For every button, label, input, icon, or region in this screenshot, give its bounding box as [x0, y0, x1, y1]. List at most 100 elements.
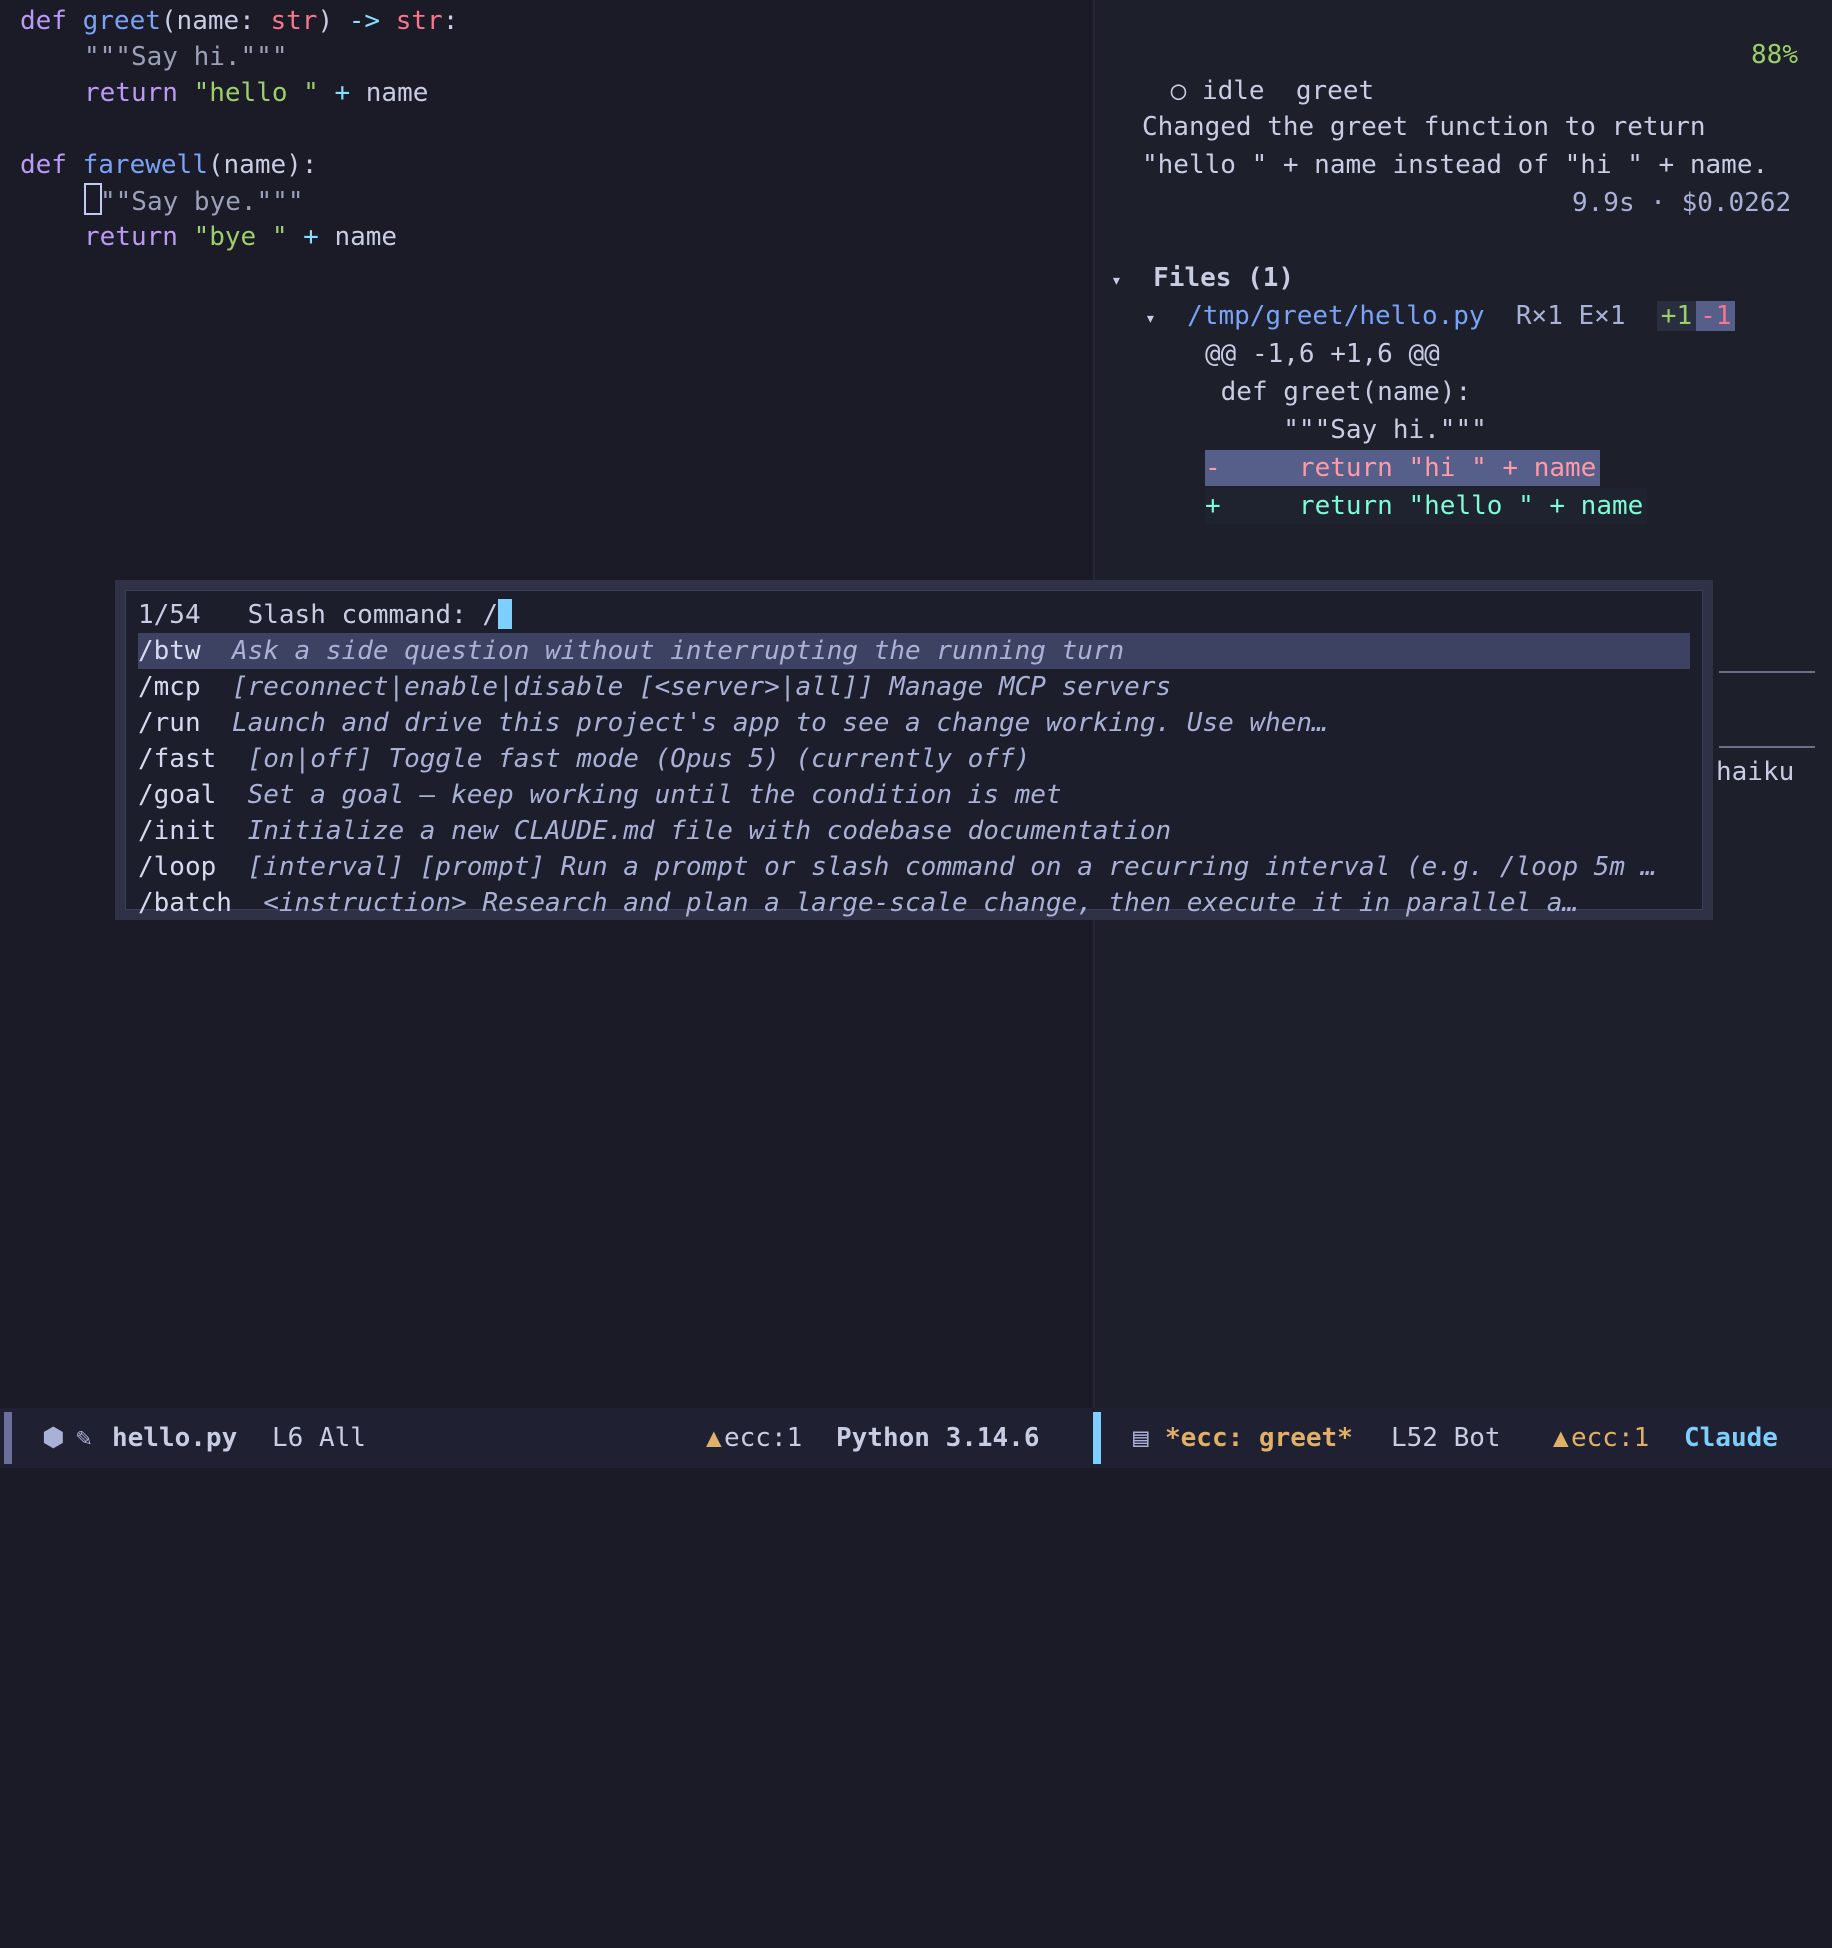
added-count-badge: +1 [1656, 301, 1697, 331]
operator: + [334, 78, 351, 108]
command-name: /btw [138, 636, 201, 666]
buffer-name[interactable]: *ecc: greet* [1165, 1408, 1353, 1468]
idle-status-icon: ○ [1170, 76, 1187, 106]
agent-message-line-2: "hello " + name instead of "hi " + name. [1142, 150, 1769, 180]
code-line-5[interactable]: def farewell(name): [20, 147, 317, 183]
command-item-goal[interactable]: /goal Set a goal — keep working until th… [138, 777, 1690, 813]
cursor-position: L6 All [272, 1423, 366, 1453]
operator: -> [348, 6, 381, 36]
command-description: Ask a side question without interrupting… [231, 636, 1125, 666]
status-accent-mark [1093, 1412, 1101, 1464]
keyword: return [84, 222, 178, 252]
function-name: greet [82, 6, 161, 36]
agent-header: ○ idle greet 88% [1108, 37, 1798, 106]
command-description: Launch and drive this project's app to s… [231, 708, 1328, 738]
command-item-loop[interactable]: /loop [interval] [prompt] Run a prompt o… [138, 849, 1690, 885]
diff-context-line: def greet(name): [1205, 377, 1472, 407]
command-description: [reconnect|enable|disable [<server>|all]… [231, 672, 1172, 702]
divider [1719, 671, 1815, 673]
command-item-fast[interactable]: /fast [on|off] Toggle fast mode (Opus 5)… [138, 741, 1690, 777]
command-name: /fast [138, 744, 217, 774]
chevron-down-icon[interactable]: ▾ [1145, 308, 1156, 329]
command-description: Set a goal — keep working until the cond… [247, 780, 1062, 810]
code-text: : [442, 6, 459, 36]
command-description: [on|off] Toggle fast mode (Opus 5) (curr… [247, 744, 1031, 774]
operator: + [303, 222, 319, 252]
command-name: /mcp [138, 672, 201, 702]
command-item-run[interactable]: /run Launch and drive this project's app… [138, 705, 1690, 741]
diagnostics-count[interactable]: ecc:1 [724, 1408, 802, 1468]
code-text: name [365, 78, 429, 108]
command-description: <instruction> Research and plan a large-… [263, 888, 1579, 918]
diff-added-line: + return "hello " + name [1205, 488, 1648, 524]
files-section-header[interactable]: ▾ Files (1) [1111, 260, 1294, 296]
string-literal: "hello " [193, 78, 319, 108]
file-path-link[interactable]: /tmp/greet/hello.py [1187, 301, 1484, 331]
context-percent: 88% [1751, 40, 1798, 70]
command-name: /run [138, 708, 201, 738]
partial-text: haiku [1716, 757, 1795, 787]
command-name: /goal [138, 780, 217, 810]
editor-status-bar: ⬢ ✎ hello.py L6 All ▲ ecc:1 Python 3.14.… [0, 1408, 1092, 1468]
docstring: """Say hi.""" [84, 42, 288, 72]
popup-body[interactable]: 1/54 Slash command: / /btw Ask a side qu… [125, 590, 1703, 918]
string-literal: "bye " [193, 222, 288, 252]
status-accent-mark [4, 1412, 12, 1464]
agent-state: idle [1201, 76, 1265, 106]
minibuffer[interactable] [0, 1468, 1832, 1504]
agent-stats: 9.9s · $0.0262 [1572, 188, 1792, 218]
code-line-1[interactable]: def greet(name: str) -> str: [20, 3, 458, 39]
file-entry[interactable]: ▾ /tmp/greet/hello.py R×1 E×1 +1 -1 [1145, 298, 1736, 334]
type-name: str [270, 6, 318, 36]
removed-count-badge: -1 [1696, 301, 1736, 331]
agent-status-bar: ▤ *ecc: greet* L52 Bot ▲ ecc:1 Claude [1093, 1408, 1832, 1468]
command-name: /init [138, 816, 217, 846]
command-description: Initialize a new CLAUDE.md file with cod… [247, 816, 1172, 846]
warning-icon: ▲ [706, 1423, 722, 1453]
type-name: str [395, 6, 443, 36]
code-text: name [334, 222, 398, 252]
command-name: /batch [138, 888, 232, 918]
function-name: farewell [82, 150, 208, 180]
file-edit-count: E×1 [1578, 301, 1626, 331]
mode-indicator[interactable]: Claude [1684, 1408, 1778, 1468]
files-header-label: Files (1) [1153, 263, 1295, 293]
code-line-6[interactable]: ""Say bye.""" [84, 183, 304, 219]
chevron-down-icon[interactable]: ▾ [1111, 270, 1122, 291]
code-line-7[interactable]: return "bye " + name [84, 219, 397, 255]
command-item-btw[interactable]: /btw Ask a side question without interru… [138, 633, 1690, 669]
code-text: (name: [160, 6, 271, 36]
command-prompt[interactable]: 1/54 Slash command: / [138, 597, 1690, 633]
command-item-mcp[interactable]: /mcp [reconnect|enable|disable [<server>… [138, 669, 1690, 705]
divider [1719, 746, 1815, 748]
python-icon: ⬢ [42, 1423, 65, 1453]
command-item-batch[interactable]: /batch <instruction> Research and plan a… [138, 885, 1690, 921]
keyword: return [84, 78, 178, 108]
diff-context-line: """Say hi.""" [1205, 415, 1487, 445]
session-name: greet [1295, 76, 1375, 106]
code-line-3[interactable]: return "hello " + name [84, 75, 428, 111]
code-text: ) [317, 6, 349, 36]
code-line-2[interactable]: """Say hi.""" [84, 39, 288, 75]
buffer-filename[interactable]: hello.py [112, 1408, 237, 1468]
diff-hunk-header: @@ -1,6 +1,6 @@ [1205, 339, 1440, 369]
diff-removed-line: - return "hi " + name [1205, 450, 1601, 486]
command-item-init[interactable]: /init Initialize a new CLAUDE.md file wi… [138, 813, 1690, 849]
agent-message-line-1: Changed the greet function to return [1142, 112, 1706, 142]
cursor-position: L52 Bot [1391, 1423, 1501, 1453]
code-text: (name): [207, 150, 318, 180]
python-version[interactable]: Python 3.14.6 [836, 1408, 1040, 1468]
slash-command-popup[interactable]: 1/54 Slash command: / /btw Ask a side qu… [115, 580, 1713, 920]
diagnostics-count[interactable]: ecc:1 [1571, 1408, 1649, 1468]
keyword: def [20, 6, 67, 36]
command-name: /loop [138, 852, 217, 882]
file-icon: ▤ [1133, 1423, 1149, 1453]
prompt-label: Slash command: / [247, 600, 499, 630]
text-cursor [498, 599, 513, 629]
file-read-count: R×1 [1515, 301, 1563, 331]
keyword: def [20, 150, 67, 180]
command-description: [interval] [prompt] Run a prompt or slas… [247, 852, 1657, 882]
warning-icon: ▲ [1553, 1423, 1569, 1453]
match-counter: 1/54 [138, 600, 201, 630]
